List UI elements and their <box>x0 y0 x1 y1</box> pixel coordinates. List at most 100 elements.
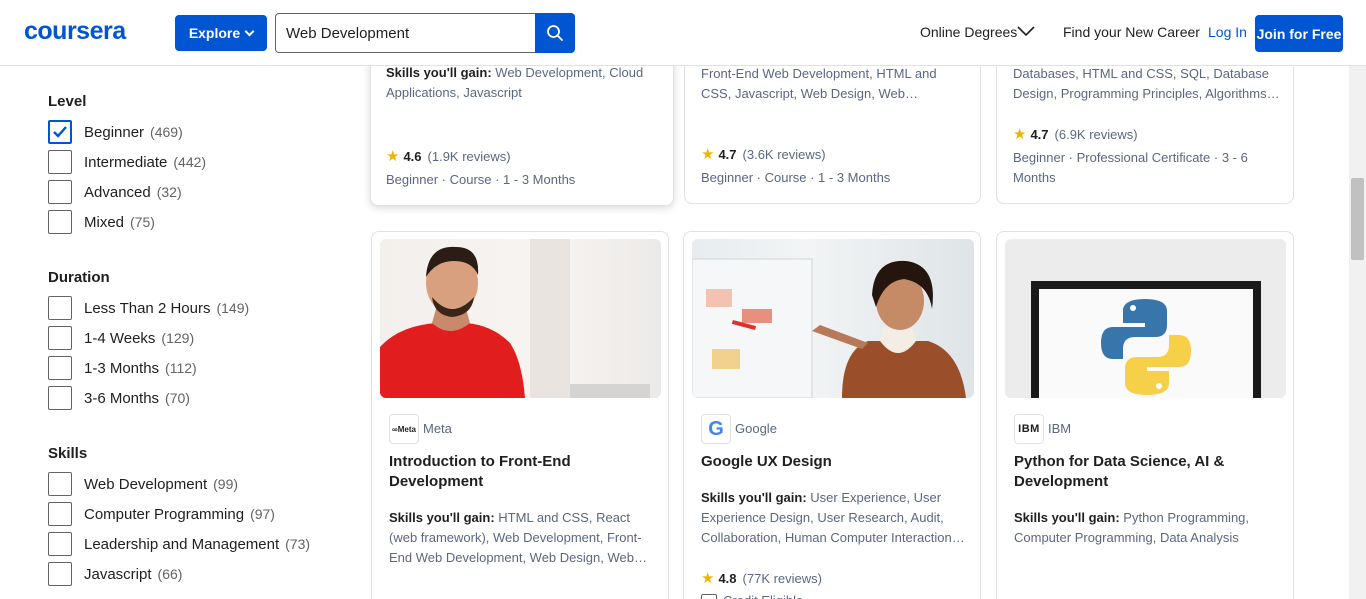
checkbox[interactable] <box>48 356 72 380</box>
coursera-logo[interactable]: coursera <box>24 17 126 46</box>
card-rating: ★ 4.6 (1.9K reviews) <box>386 147 511 165</box>
skills-label: Skills you'll gain: <box>701 490 807 505</box>
course-title[interactable]: Introduction to Front-End Development <box>389 452 654 492</box>
rating-value: 4.6 <box>403 148 422 164</box>
filter-count: (469) <box>150 124 183 140</box>
partner-name: Google <box>735 421 777 436</box>
filter-label: Less Than 2 Hours <box>84 299 211 317</box>
checkbox[interactable] <box>48 472 72 496</box>
meta-logo: ∞Meta <box>389 414 419 444</box>
course-title[interactable]: Python for Data Science, AI & Developmen… <box>1014 452 1254 492</box>
card-skills: Front-End Web Development, HTML and CSS,… <box>701 66 937 101</box>
rating-value: 4.8 <box>718 570 737 586</box>
star-icon: ★ <box>701 570 715 587</box>
page-scrollbar-thumb[interactable] <box>1351 178 1364 260</box>
person-photo-icon <box>692 258 966 398</box>
checkbox[interactable] <box>48 386 72 410</box>
checkbox[interactable] <box>48 326 72 350</box>
checkbox[interactable] <box>48 532 72 556</box>
filter-count: (97) <box>250 506 275 522</box>
course-image <box>380 239 661 398</box>
google-logo: G <box>701 414 731 444</box>
filter-option-web-development[interactable]: Web Development (99) <box>48 472 238 496</box>
checkbox[interactable] <box>48 296 72 320</box>
course-card-ibm[interactable]: IBM IBM Python for Data Science, AI & De… <box>996 231 1294 599</box>
search-icon <box>547 25 563 41</box>
checkbox[interactable] <box>48 562 72 586</box>
search-button[interactable] <box>535 13 575 53</box>
filter-option-1-3-months[interactable]: 1-3 Months (112) <box>48 356 197 380</box>
filter-option-1-4-weeks[interactable]: 1-4 Weeks (129) <box>48 326 194 350</box>
filter-title-duration: Duration <box>48 269 110 286</box>
partner-name: IBM <box>1048 421 1072 436</box>
filter-label: 1-3 Months <box>84 359 160 377</box>
skills-label: Skills you'll gain: <box>389 510 495 525</box>
join-for-free-button[interactable]: Join for Free <box>1255 15 1343 52</box>
meta-logo-mark: ∞Meta <box>392 424 416 434</box>
filter-label: Beginner <box>84 123 145 141</box>
filter-option-intermediate[interactable]: Intermediate (442) <box>48 150 206 174</box>
filter-option-mixed[interactable]: Mixed (75) <box>48 210 155 234</box>
course-card-google[interactable]: G Google Google UX Design Skills you'll … <box>683 231 981 599</box>
filter-label: Leadership and Management <box>84 535 280 553</box>
top-navigation-bar: coursera Explore Online Degrees Find you… <box>0 0 1366 66</box>
find-career-link[interactable]: Find your New Career <box>1063 24 1200 40</box>
rating-value: 4.7 <box>1030 126 1049 142</box>
credit-icon <box>701 594 717 599</box>
filter-option-computer-programming[interactable]: Computer Programming (97) <box>48 502 275 526</box>
card-rating: ★ 4.7 (3.6K reviews) <box>701 145 826 163</box>
review-count: (3.6K reviews) <box>742 146 826 162</box>
filter-label: 1-4 Weeks <box>84 329 156 347</box>
page-scrollbar-track[interactable] <box>1349 66 1366 599</box>
checkmark-icon <box>53 126 67 138</box>
ibm-logo-mark: IBM <box>1018 423 1040 435</box>
filter-label: Javascript <box>84 565 152 583</box>
review-count: (6.9K reviews) <box>1054 126 1138 142</box>
star-icon: ★ <box>386 148 400 165</box>
checkbox[interactable] <box>48 502 72 526</box>
explore-button[interactable]: Explore <box>175 15 267 51</box>
card-meta: Beginner · Professional Certificate · 3 … <box>1013 150 1248 185</box>
card-meta: Beginner · Course · 1 - 3 Months <box>386 172 576 187</box>
online-degrees-link[interactable]: Online Degrees <box>920 24 1017 40</box>
card-meta: Beginner · Course · 1 - 3 Months <box>701 170 891 185</box>
filter-option-javascript[interactable]: Javascript (66) <box>48 562 182 586</box>
filter-count: (99) <box>213 476 239 492</box>
filter-title-level: Level <box>48 93 87 110</box>
ibm-logo: IBM <box>1014 414 1044 444</box>
chevron-down-icon[interactable] <box>1017 25 1035 37</box>
filter-option-leadership-and-management[interactable]: Leadership and Management (73) <box>48 532 310 556</box>
rating-value: 4.7 <box>718 146 737 162</box>
search-input[interactable] <box>275 13 535 53</box>
checkbox[interactable] <box>48 180 72 204</box>
login-link[interactable]: Log In <box>1208 24 1247 40</box>
filter-option-less-than-2-hours[interactable]: Less Than 2 Hours (149) <box>48 296 249 320</box>
chevron-down-icon <box>244 26 255 36</box>
filter-label: 3-6 Months <box>84 389 160 407</box>
python-logo-icon <box>1031 281 1261 398</box>
checkbox[interactable] <box>48 210 72 234</box>
checkbox[interactable] <box>48 150 72 174</box>
card-skills: Skills you'll gain: Python Programming, … <box>1014 508 1279 548</box>
google-g-icon: G <box>708 417 724 440</box>
filter-label: Computer Programming <box>84 505 245 523</box>
filter-label: Intermediate <box>84 153 168 171</box>
card-skills: Databases, HTML and CSS, SQL, Database D… <box>1013 66 1271 101</box>
credit-eligible-row: Credit Eligible <box>701 591 803 599</box>
filter-label: Web Development <box>84 475 208 493</box>
filter-option-beginner[interactable]: Beginner (469) <box>48 120 183 144</box>
filter-count: (32) <box>156 184 182 200</box>
filter-title-skills: Skills <box>48 445 88 462</box>
credit-eligible-label: Credit Eligible <box>723 591 803 599</box>
course-card-meta[interactable]: ∞Meta Meta Introduction to Front-End Dev… <box>371 231 669 599</box>
filter-option-advanced[interactable]: Advanced (32) <box>48 180 182 204</box>
filter-label: Mixed <box>84 213 125 231</box>
checkbox-checked[interactable] <box>48 120 72 144</box>
card-rating: ★ 4.7 (6.9K reviews) <box>1013 125 1138 143</box>
filter-option-3-6-months[interactable]: 3-6 Months (70) <box>48 386 190 410</box>
course-title[interactable]: Google UX Design <box>701 452 966 472</box>
card-skills: Skills you'll gain: Web Development, Clo… <box>386 63 661 103</box>
filter-count: (75) <box>130 214 155 230</box>
filter-count: (129) <box>161 330 195 346</box>
filter-count: (73) <box>285 536 311 552</box>
